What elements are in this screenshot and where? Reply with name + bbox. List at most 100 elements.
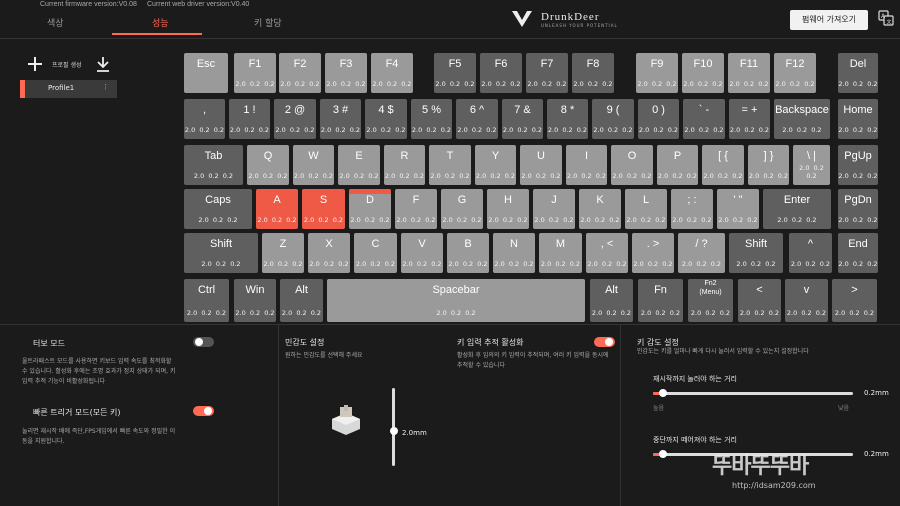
key-win[interactable]: Win 2.0 0.2 0.2 [234,279,276,322]
key-[interactable]: / ? 2.0 0.2 0.2 [678,233,725,273]
key-[interactable]: ` - 2.0 0.2 0.2 [683,99,725,139]
add-profile-icon[interactable] [28,57,42,71]
key-p[interactable]: P 2.0 0.2 0.2 [657,145,698,185]
key-k[interactable]: K 2.0 0.2 0.2 [579,189,621,229]
import-firmware-button[interactable]: 펌웨어 가져오기 [790,10,868,30]
key-enter[interactable]: Enter 2.0 0.2 0.2 [763,189,831,229]
key-n[interactable]: N 2.0 0.2 0.2 [493,233,535,273]
key-f5[interactable]: F5 2.0 0.2 0.2 [434,53,476,93]
key-l[interactable]: L 2.0 0.2 0.2 [625,189,667,229]
language-icon[interactable]: A 文 [878,10,894,26]
tab-key-assign[interactable]: 키 할당 [254,16,282,29]
key-a[interactable]: A 2.0 0.2 0.2 [256,189,298,229]
key-s[interactable]: S 2.0 0.2 0.2 [302,189,345,229]
key-4[interactable]: 4 $ 2.0 0.2 0.2 [365,99,407,139]
key-f2[interactable]: F2 2.0 0.2 0.2 [279,53,321,93]
key-3[interactable]: 3 # 2.0 0.2 0.2 [320,99,361,139]
key-[interactable]: \ | 2.0 0.2 0.2 [793,145,830,185]
key-x[interactable]: X 2.0 0.2 0.2 [308,233,350,273]
key-w[interactable]: W 2.0 0.2 0.2 [293,145,334,185]
restart-distance-track[interactable] [653,392,853,395]
key-6[interactable]: 6 ^ 2.0 0.2 0.2 [456,99,498,139]
key-fn2[interactable]: Fn2 (Menu) 2.0 0.2 0.2 [688,279,733,322]
key-backspace[interactable]: Backspace 2.0 0.2 0.2 [774,99,830,139]
key-[interactable]: ^ 2.0 0.2 0.2 [789,233,832,273]
key-pgdn[interactable]: PgDn 2.0 0.2 0.2 [838,189,878,229]
key-home[interactable]: Home 2.0 0.2 0.2 [838,99,878,139]
key-v[interactable]: v 2.0 0.2 0.2 [785,279,828,322]
key-y[interactable]: Y 2.0 0.2 0.2 [475,145,516,185]
release-distance-thumb[interactable] [659,450,667,458]
key-fn[interactable]: Fn 2.0 0.2 0.2 [638,279,683,322]
key-spacebar[interactable]: Spacebar 2.0 0.2 0.2 [327,279,585,322]
key-e[interactable]: E 2.0 0.2 0.2 [338,145,380,185]
key-[interactable]: ' " 2.0 0.2 0.2 [717,189,759,229]
key-f8[interactable]: F8 2.0 0.2 0.2 [572,53,614,93]
key-[interactable]: . > 2.0 0.2 0.2 [632,233,674,273]
profile-more-icon[interactable]: ⋮ [102,84,109,91]
restart-distance-thumb[interactable] [659,389,667,397]
key-8[interactable]: 8 * 2.0 0.2 0.2 [547,99,588,139]
key-[interactable]: ; : 2.0 0.2 0.2 [671,189,713,229]
key-tab[interactable]: Tab 2.0 0.2 0.2 [184,145,243,185]
key-ctrl[interactable]: Ctrl 2.0 0.2 0.2 [184,279,229,322]
key-q[interactable]: Q 2.0 0.2 0.2 [247,145,289,185]
download-icon[interactable] [95,56,111,72]
key-g[interactable]: G 2.0 0.2 0.2 [441,189,483,229]
tab-performance[interactable]: 성능 [152,16,169,29]
key-h[interactable]: H 2.0 0.2 0.2 [487,189,529,229]
key-alt[interactable]: Alt 2.0 0.2 0.2 [280,279,323,322]
key-7[interactable]: 7 & 2.0 0.2 0.2 [502,99,543,139]
key-shift[interactable]: Shift 2.0 0.2 0.2 [184,233,258,273]
key-v[interactable]: V 2.0 0.2 0.2 [401,233,443,273]
profile-item[interactable]: Profile1 ⋮ [20,80,117,98]
key-[interactable]: , < 2.0 0.2 0.2 [586,233,628,273]
key-f6[interactable]: F6 2.0 0.2 0.2 [480,53,522,93]
rapid-trigger-toggle[interactable] [193,406,214,416]
key-f12[interactable]: F12 2.0 0.2 0.2 [774,53,816,93]
key-caps[interactable]: Caps 2.0 0.2 0.2 [184,189,252,229]
key-j[interactable]: J 2.0 0.2 0.2 [533,189,575,229]
key-del[interactable]: Del 2.0 0.2 0.2 [838,53,878,93]
key-esc[interactable]: Esc [184,53,228,93]
sensitivity-slider-thumb[interactable] [390,427,398,435]
key-o[interactable]: O 2.0 0.2 0.2 [611,145,653,185]
key-alt[interactable]: Alt 2.0 0.2 0.2 [590,279,633,322]
key-[interactable]: = + 2.0 0.2 0.2 [729,99,770,139]
turbo-mode-toggle[interactable] [193,337,214,347]
key-end[interactable]: End 2.0 0.2 0.2 [838,233,878,273]
key-f7[interactable]: F7 2.0 0.2 0.2 [526,53,568,93]
key-9[interactable]: 9 (2.0 0.2 0.2 [592,99,634,139]
key-[interactable]: >2.0 0.2 0.2 [832,279,877,322]
key-f[interactable]: F 2.0 0.2 0.2 [395,189,437,229]
key-shift[interactable]: Shift 2.0 0.2 0.2 [729,233,783,273]
key-[interactable]: <2.0 0.2 0.2 [738,279,781,322]
key-f4[interactable]: F4 2.0 0.2 0.2 [371,53,413,93]
key-0[interactable]: 0 ) 2.0 0.2 0.2 [638,99,679,139]
key-[interactable]: [ {2.0 0.2 0.2 [702,145,744,185]
create-profile-label[interactable]: 프로필 생성 [52,60,82,69]
key-r[interactable]: R 2.0 0.2 0.2 [384,145,425,185]
key-d[interactable]: D 2.0 0.2 0.2 [349,189,391,229]
key-u[interactable]: U 2.0 0.2 0.2 [520,145,562,185]
tab-color[interactable]: 색상 [47,16,64,29]
key-[interactable]: ] } 2.0 0.2 0.2 [748,145,789,185]
key-m[interactable]: M 2.0 0.2 0.2 [539,233,582,273]
key-tracking-toggle[interactable] [594,337,615,347]
key-f1[interactable]: F1 2.0 0.2 0.2 [234,53,276,93]
key-b[interactable]: B 2.0 0.2 0.2 [447,233,489,273]
key-f3[interactable]: F3 2.0 0.2 0.2 [325,53,367,93]
key-f9[interactable]: F9 2.0 0.2 0.2 [636,53,678,93]
key-5[interactable]: 5 % 2.0 0.2 0.2 [411,99,452,139]
key-t[interactable]: T 2.0 0.2 0.2 [429,145,471,185]
key-pgup[interactable]: PgUp 2.0 0.2 0.2 [838,145,878,185]
key-f11[interactable]: F11 2.0 0.2 0.2 [728,53,770,93]
key-1[interactable]: 1 ! 2.0 0.2 0.2 [229,99,270,139]
key-z[interactable]: Z 2.0 0.2 0.2 [262,233,304,273]
key-c[interactable]: C 2.0 0.2 0.2 [354,233,397,273]
key-f10[interactable]: F10 2.0 0.2 0.2 [682,53,724,93]
key-[interactable]: , 2.0 0.2 0.2 [184,99,225,139]
key-i[interactable]: I 2.0 0.2 0.2 [566,145,607,185]
key-tracking-description: 활성화 후 임의의 키 입력이 추적되며, 여러 키 입력을 동시에 추적할 수… [457,352,609,369]
key-2[interactable]: 2 @ 2.0 0.2 0.2 [274,99,316,139]
